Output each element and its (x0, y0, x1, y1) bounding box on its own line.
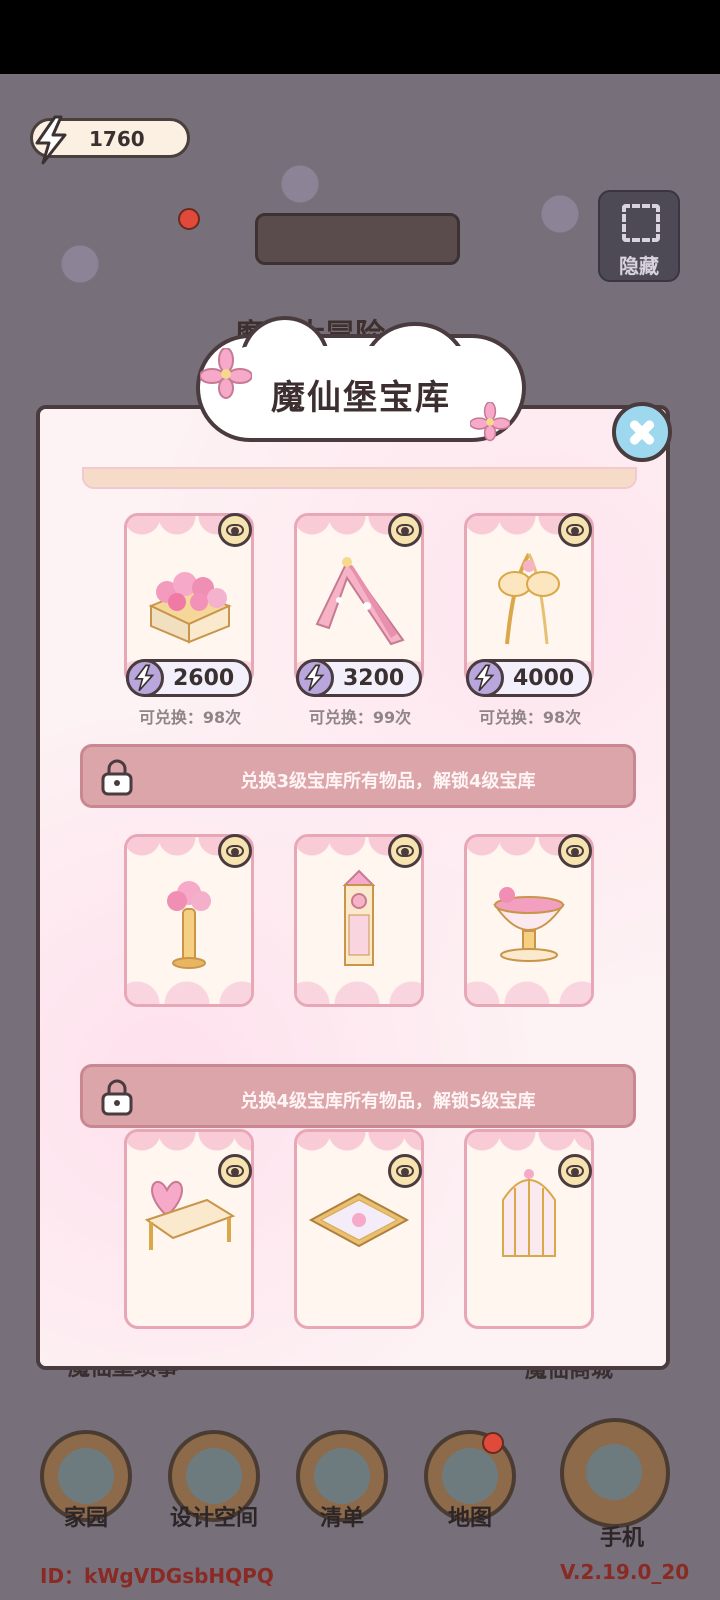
clock-tower-icon (342, 869, 376, 966)
preview-eye-icon[interactable] (388, 834, 422, 868)
price-value: 3200 (343, 666, 405, 691)
nav-phone-label: 手机 (599, 1526, 644, 1551)
preview-eye-icon[interactable] (558, 834, 592, 868)
background-header-panel (255, 213, 460, 265)
lightning-icon (35, 115, 67, 165)
flower-vase-pedestal-icon (167, 881, 211, 969)
list-icon (314, 1448, 370, 1504)
preview-eye-icon[interactable] (218, 513, 252, 547)
card-bottom-decoration (467, 974, 591, 1004)
tier5-lock-text: 兑换4级宝库所有物品，解锁5级宝库 (240, 1091, 536, 1112)
preview-eye-icon[interactable] (558, 1154, 592, 1188)
lily-flower-icon (470, 402, 510, 442)
price-button[interactable]: 2600 (126, 659, 252, 697)
price-button[interactable]: 3200 (296, 659, 422, 697)
price-value: 4000 (513, 666, 575, 691)
preview-eye-icon[interactable] (218, 1154, 252, 1188)
card-bottom-decoration (127, 974, 251, 1004)
home-icon (58, 1448, 114, 1504)
treasury-modal: 2600 可兑换：98次 3200 可兑换：99次 4000 可兑换：98次 兑… (36, 405, 670, 1370)
energy-value: 1760 (89, 127, 145, 151)
fountain-bowl-icon (493, 887, 565, 962)
nav-design-label: 设计空间 (169, 1506, 258, 1531)
price-value: 2600 (173, 666, 235, 691)
triangle-frame-icon (315, 557, 405, 646)
lily-flower-icon (200, 348, 252, 399)
hide-label: 隐藏 (619, 254, 659, 278)
tier5-lock-bar: 兑换4级宝库所有物品，解锁5级宝库 (80, 1064, 636, 1128)
preview-eye-icon[interactable] (218, 834, 252, 868)
nav-map-label: 地图 (447, 1506, 492, 1531)
nav-list-label: 清单 (319, 1506, 364, 1531)
phone-icon (586, 1444, 642, 1500)
preview-eye-icon[interactable] (388, 513, 422, 547)
flower-planter-icon (148, 572, 232, 644)
nav-phone-button[interactable] (560, 1418, 670, 1528)
close-button[interactable] (612, 402, 672, 462)
user-id: ID：kWgVDGsbHQPQ (40, 1564, 274, 1588)
lightning-icon (466, 659, 504, 697)
card-bottom-decoration (297, 974, 421, 1004)
tier4-lock-bar: 兑换3级宝库所有物品，解锁4级宝库 (80, 744, 636, 808)
exchange-count: 可兑换：98次 (478, 708, 582, 727)
nav-home-label: 家园 (63, 1506, 108, 1531)
exchange-count: 可兑换：98次 (138, 708, 242, 727)
ruler-icon (186, 1448, 242, 1504)
preview-eye-icon[interactable] (388, 1154, 422, 1188)
map-notification-dot (482, 1432, 504, 1454)
tier4-lock-text: 兑换3级宝库所有物品，解锁4级宝库 (240, 771, 536, 792)
status-bar (0, 0, 720, 74)
map-pin-icon (442, 1448, 498, 1504)
lightning-icon (296, 659, 334, 697)
exchange-count: 可兑换：99次 (308, 708, 412, 727)
fullscreen-icon (622, 204, 660, 242)
previous-row-edge (82, 467, 637, 489)
version-label: V.2.19.0_20 (560, 1560, 690, 1584)
energy-counter[interactable]: 1760 (30, 115, 190, 165)
price-button[interactable]: 4000 (466, 659, 592, 697)
hide-ui-button[interactable]: 隐藏 (598, 190, 680, 282)
avatar-notification-dot (178, 208, 200, 230)
lightning-icon (126, 659, 164, 697)
butterfly-wand-icon (498, 552, 560, 645)
preview-eye-icon[interactable] (558, 513, 592, 547)
